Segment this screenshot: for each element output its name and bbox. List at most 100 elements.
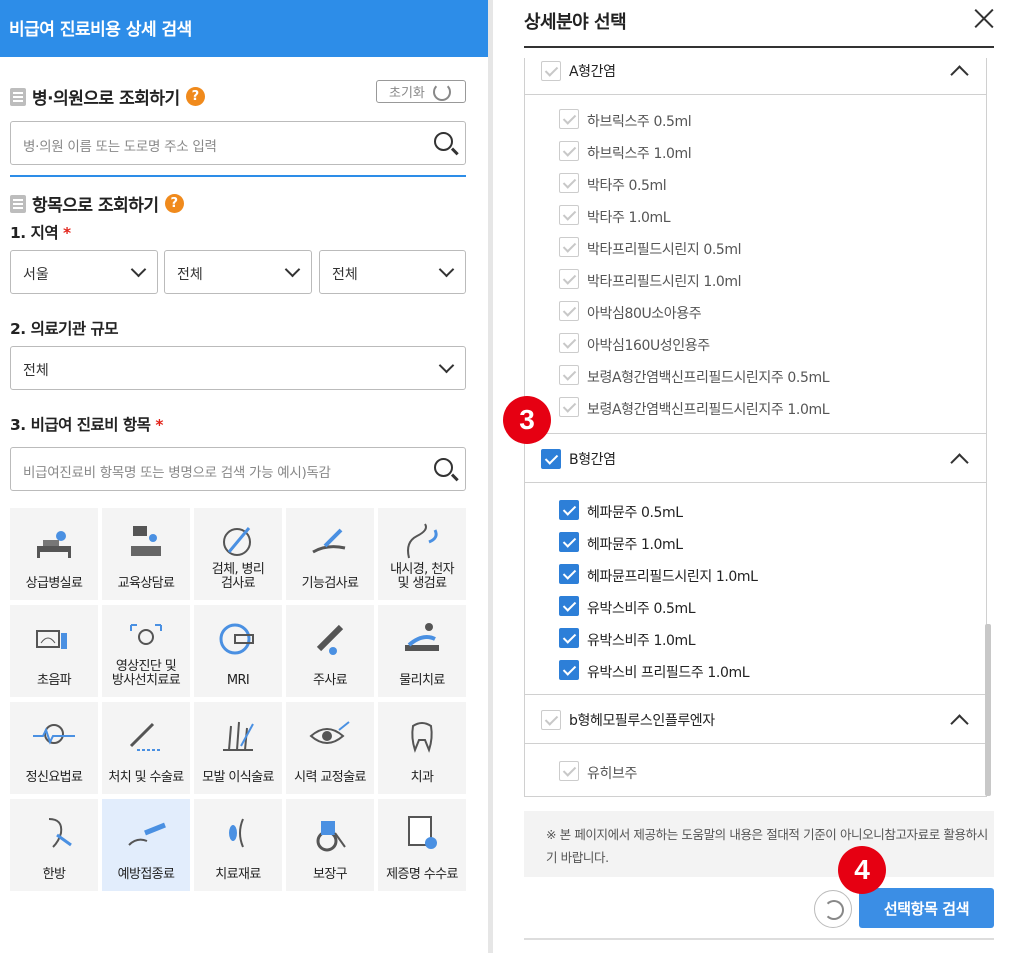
help-icon[interactable]: ? [185, 87, 205, 106]
region-dong-value: 전체 [332, 267, 358, 283]
section-divider [10, 175, 466, 177]
category-tile[interactable]: 한방 [10, 799, 98, 891]
category-tile-label: 모발 이식술료 [202, 770, 274, 785]
help-icon[interactable]: ? [164, 194, 184, 213]
category-tile[interactable]: 물리치료 [378, 605, 466, 697]
surgery-icon [123, 716, 169, 756]
group-checkbox[interactable] [541, 449, 561, 469]
item-label: 유박스비 프리필드주 1.0mL [587, 665, 750, 681]
item-checkbox[interactable] [559, 301, 579, 321]
region-city-value: 서울 [23, 267, 49, 283]
category-tile-label: 보장구 [312, 867, 348, 882]
category-tile[interactable]: 예방접종료 [102, 799, 190, 891]
category-tile[interactable]: 기능검사료 [286, 508, 374, 600]
category-tile[interactable]: 정신요법료 [10, 702, 98, 794]
refresh-icon [432, 82, 451, 101]
item-checkbox[interactable] [559, 532, 579, 552]
item-checkbox[interactable] [559, 596, 579, 616]
category-tile-label: 시력 교정술료 [294, 770, 366, 785]
reset-button[interactable]: 초기화 [376, 80, 466, 103]
chevron-up-icon[interactable] [950, 65, 969, 84]
category-tile[interactable]: 검체, 병리 검사료 [194, 508, 282, 600]
category-tile[interactable]: 초음파 [10, 605, 98, 697]
item-checkbox[interactable] [559, 237, 579, 257]
group-checkbox[interactable] [541, 61, 561, 81]
help-note-text: ※ 본 페이지에서 제공하는 도움말의 내용은 절대적 기준이 아니오니참고자료… [546, 827, 988, 865]
category-tile[interactable]: 제증명 수수료 [378, 799, 466, 891]
category-tile[interactable]: 모발 이식술료 [194, 702, 282, 794]
item-checkbox[interactable] [559, 564, 579, 584]
category-tile-label: 치료재료 [215, 867, 261, 882]
category-tile[interactable]: 교육상담료 [102, 508, 190, 600]
item-checkbox[interactable] [559, 173, 579, 193]
category-tile[interactable]: 처치 및 수술료 [102, 702, 190, 794]
category-tile[interactable]: 치료재료 [194, 799, 282, 891]
function-test-icon [307, 522, 353, 562]
scrollbar[interactable] [985, 624, 991, 796]
item-checkbox[interactable] [559, 397, 579, 417]
category-tile[interactable]: 치과 [378, 702, 466, 794]
item-checkbox[interactable] [559, 761, 579, 781]
eye-icon [307, 716, 353, 756]
hospital-search-input[interactable]: 병·의원 이름 또는 도로명 주소 입력 [10, 121, 466, 165]
detail-select-dialog: 상세분야 선택 A형간염 하브릭스주 0.5ml 하브릭스주 1.0ml 박타주 0.… [493, 0, 1009, 953]
category-tile-label: 영상진단 및 방사선치료료 [111, 659, 181, 688]
item-checkbox[interactable] [559, 141, 579, 161]
region-district-value: 전체 [177, 267, 203, 283]
item-checkbox[interactable] [559, 333, 579, 353]
reset-label: 초기화 [389, 86, 425, 101]
item-checkbox[interactable] [559, 109, 579, 129]
detail-list[interactable]: A형간염 하브릭스주 0.5ml 하브릭스주 1.0ml 박타주 0.5ml 박타주 1… [524, 58, 987, 797]
item-label: 유히브주 [587, 766, 637, 782]
item-checkbox[interactable] [559, 628, 579, 648]
help-note: ※ 본 페이지에서 제공하는 도움말의 내용은 절대적 기준이 아니오니참고자료… [524, 811, 994, 877]
chevron-up-icon[interactable] [950, 714, 969, 733]
category-tile-label: 기능검사료 [301, 576, 359, 591]
scale-select[interactable]: 전체 [10, 346, 466, 390]
item-label: 보령A형간염백신프리필드시린지주 1.0mL [587, 402, 830, 418]
item-checkbox[interactable] [559, 365, 579, 385]
item-checkbox[interactable] [559, 660, 579, 680]
category-tile[interactable]: 내시경, 천자 및 생검료 [378, 508, 466, 600]
search-icon[interactable] [434, 458, 453, 477]
scale-label: 2. 의료기관 규모 [10, 320, 119, 338]
item-checkbox[interactable] [559, 269, 579, 289]
category-search-input[interactable]: 비급여진료비 항목명 또는 병명으로 검색 가능 예시)독감 [10, 447, 466, 491]
item-checkbox[interactable] [559, 500, 579, 520]
search-icon[interactable] [434, 132, 453, 151]
category-search-placeholder: 비급여진료비 항목명 또는 병명으로 검색 가능 예시)독감 [23, 465, 331, 481]
list-icon [10, 194, 26, 213]
treatment-material-icon [215, 813, 261, 853]
group-header[interactable]: A형간염 [525, 58, 986, 95]
category-tile-label: 주사료 [312, 673, 348, 688]
hospital-search-placeholder: 병·의원 이름 또는 도로명 주소 입력 [23, 139, 217, 155]
chevron-down-icon [438, 261, 455, 278]
group-header[interactable]: b형헤모필루스인플루엔자 [525, 694, 986, 744]
endoscope-icon [399, 522, 445, 562]
mri-icon [215, 619, 261, 659]
item-checkbox[interactable] [559, 205, 579, 225]
category-tile[interactable]: 보장구 [286, 799, 374, 891]
category-tile[interactable]: MRI [194, 605, 282, 697]
group-header[interactable]: B형간염 [525, 433, 986, 483]
wheelchair-icon [307, 813, 353, 853]
category-label: 3. 비급여 진료비 항목 * [10, 413, 163, 435]
group-checkbox[interactable] [541, 710, 561, 730]
category-tile[interactable]: 상급병실료 [10, 508, 98, 600]
region-select-dong[interactable]: 전체 [319, 250, 466, 294]
category-tile-grid: 상급병실료 교육상담료 검체, 병리 검사료 기능검사료 내시경, 천자 및 생검료초음… [10, 508, 466, 891]
category-tile[interactable]: 주사료 [286, 605, 374, 697]
panel-header: 비급여 진료비용 상세 검색 [0, 0, 488, 57]
chevron-up-icon[interactable] [950, 453, 969, 472]
region-select-city[interactable]: 서울 [10, 250, 158, 294]
region-select-district[interactable]: 전체 [164, 250, 312, 294]
chevron-down-icon [438, 357, 455, 374]
reset-selection-button[interactable] [814, 890, 852, 928]
search-selected-button[interactable]: 선택항목 검색 [859, 888, 994, 928]
region-label: 1. 지역 * [10, 221, 71, 243]
certificate-icon [399, 813, 445, 853]
category-tile-label: 예방접종료 [117, 867, 175, 882]
category-tile[interactable]: 영상진단 및 방사선치료료 [102, 605, 190, 697]
close-icon[interactable] [973, 7, 995, 29]
category-tile[interactable]: 시력 교정술료 [286, 702, 374, 794]
